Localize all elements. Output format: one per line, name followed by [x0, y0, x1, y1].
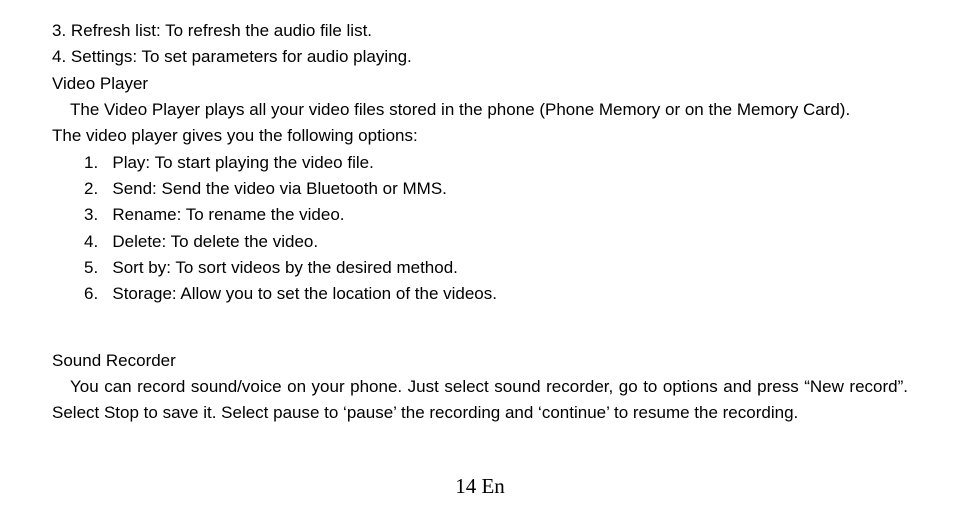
list-number: 1. — [84, 153, 98, 172]
list-text: Send: Send the video via Bluetooth or MM… — [112, 179, 447, 198]
list-number: 3. — [52, 21, 66, 40]
paragraph-text: The Video Player plays all your video fi… — [70, 100, 850, 119]
list-item: 4. Delete: To delete the video. — [52, 229, 908, 255]
list-number: 4. — [84, 232, 98, 251]
paragraph: You can record sound/voice on your phone… — [52, 374, 908, 427]
list-item: 6. Storage: Allow you to set the locatio… — [52, 281, 908, 307]
section: Sound Recorder You can record sound/voic… — [52, 348, 908, 427]
list-text: Play: To start playing the video file. — [112, 153, 373, 172]
list-item: 3. Refresh list: To refresh the audio fi… — [52, 18, 908, 44]
list-item: 2. Send: Send the video via Bluetooth or… — [52, 176, 908, 202]
paragraph: The Video Player plays all your video fi… — [52, 97, 908, 123]
section-heading: Sound Recorder — [52, 348, 908, 374]
section-heading: Video Player — [52, 71, 908, 97]
list-text: Storage: Allow you to set the location o… — [112, 284, 497, 303]
list-item: 4. Settings: To set parameters for audio… — [52, 44, 908, 70]
document-page: 3. Refresh list: To refresh the audio fi… — [52, 18, 908, 427]
list-item: 1. Play: To start playing the video file… — [52, 150, 908, 176]
list-text: Settings: To set parameters for audio pl… — [71, 47, 412, 66]
list-item: 3. Rename: To rename the video. — [52, 202, 908, 228]
list-number: 3. — [84, 205, 98, 224]
list-number: 4. — [52, 47, 66, 66]
list-text: Sort by: To sort videos by the desired m… — [112, 258, 458, 277]
page-number: 14 En — [0, 470, 960, 503]
list-number: 5. — [84, 258, 98, 277]
list-item: 5. Sort by: To sort videos by the desire… — [52, 255, 908, 281]
paragraph-text: You can record sound/voice on your phone… — [52, 377, 908, 422]
list-number: 6. — [84, 284, 98, 303]
list-number: 2. — [84, 179, 98, 198]
list-text: Delete: To delete the video. — [112, 232, 318, 251]
paragraph: The video player gives you the following… — [52, 123, 908, 149]
list-text: Refresh list: To refresh the audio file … — [71, 21, 372, 40]
list-text: Rename: To rename the video. — [112, 205, 344, 224]
